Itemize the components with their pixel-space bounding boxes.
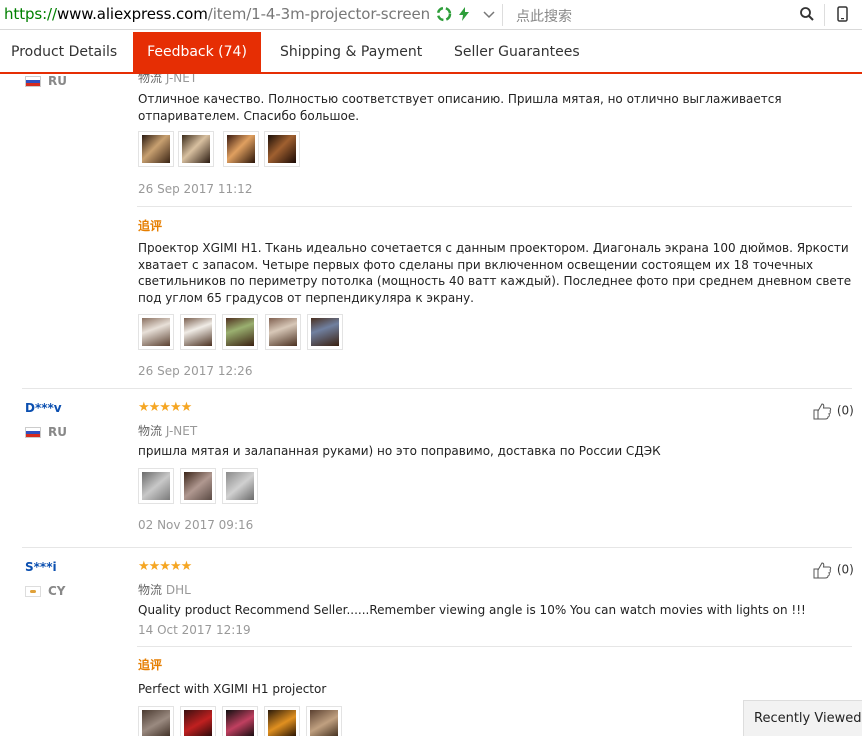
feedback-list: RU 物流 J-NET Отличное качество. Полностью… xyxy=(0,74,862,736)
review-photo[interactable] xyxy=(178,131,214,167)
followup-label: 追评 xyxy=(138,219,163,233)
review-text: Отличное качество. Полностью соответству… xyxy=(138,92,782,123)
followup-text: Проектор XGIMI H1. Ткань идеально сочета… xyxy=(138,241,852,305)
url-host: www.aliexpress.com xyxy=(56,5,208,23)
tab-seller-guarantees[interactable]: Seller Guarantees xyxy=(454,32,580,72)
search-icon[interactable] xyxy=(799,6,815,22)
star-rating: ★★★★★ xyxy=(138,400,192,415)
lightning-icon[interactable] xyxy=(456,6,472,22)
logistics-value: J-NET xyxy=(165,424,198,438)
reviewer-name[interactable]: S***i xyxy=(25,560,57,574)
star-rating: ★★★★★ xyxy=(138,559,192,574)
flag-icon xyxy=(25,586,41,597)
divider xyxy=(22,388,852,389)
divider xyxy=(824,4,825,26)
review-text: пришла мятая и залапанная руками) но это… xyxy=(138,444,661,458)
helpful-count: (0) xyxy=(836,403,854,418)
url-scheme: https:// xyxy=(4,5,57,23)
divider xyxy=(22,547,852,548)
review-photo[interactable] xyxy=(138,314,174,350)
divider xyxy=(137,206,852,207)
review-photo[interactable] xyxy=(138,131,174,167)
review-photo[interactable] xyxy=(264,706,300,736)
logistics-label: 物流 xyxy=(138,424,163,438)
review-date: 14 Oct 2017 12:19 xyxy=(138,623,251,637)
address-bar[interactable]: https://www.aliexpress.com/item/1-4-3m-p… xyxy=(0,0,862,30)
followup-label: 追评 xyxy=(138,658,163,672)
country-code: RU xyxy=(48,425,67,439)
country-code: CY xyxy=(48,584,66,598)
review-text: Quality product Recommend Seller......Re… xyxy=(138,603,806,617)
chevron-down-icon[interactable] xyxy=(481,6,497,22)
logistics: 物流 DHL xyxy=(138,581,191,598)
review-photo[interactable] xyxy=(180,314,216,350)
review-photo[interactable] xyxy=(222,706,258,736)
logistics-label: 物流 xyxy=(138,74,163,85)
review-photo[interactable] xyxy=(265,314,301,350)
followup-date: 26 Sep 2017 12:26 xyxy=(138,364,253,378)
url-text[interactable]: https://www.aliexpress.com/item/1-4-3m-p… xyxy=(4,5,430,23)
url-path: /item/1-4-3m-projector-screen xyxy=(207,5,431,23)
review-photo[interactable] xyxy=(306,706,342,736)
thumbs-up-icon xyxy=(813,403,832,420)
review-photo[interactable] xyxy=(223,131,259,167)
review-date: 02 Nov 2017 09:16 xyxy=(138,518,254,532)
review-photo[interactable] xyxy=(307,314,343,350)
recently-viewed-button[interactable]: Recently Viewed xyxy=(743,700,862,736)
flag-icon xyxy=(25,427,41,438)
logistics: 物流 J-NET xyxy=(138,74,197,86)
review-photo[interactable] xyxy=(180,706,216,736)
tab-shipping-payment[interactable]: Shipping & Payment xyxy=(280,32,422,72)
logistics-value: DHL xyxy=(165,583,191,597)
review-photo[interactable] xyxy=(138,468,174,504)
recycle-icon[interactable] xyxy=(436,6,452,22)
reviewer-name[interactable]: D***v xyxy=(25,401,62,415)
tab-feedback[interactable]: Feedback (74) xyxy=(133,32,261,73)
tab-product-details[interactable]: Product Details xyxy=(11,32,117,72)
mobile-icon[interactable] xyxy=(834,6,850,22)
country-code: RU xyxy=(48,74,67,88)
helpful-button[interactable]: (0) xyxy=(813,402,854,420)
divider xyxy=(137,646,852,647)
helpful-count: (0) xyxy=(836,562,854,577)
logistics-value: J-NET xyxy=(165,74,198,85)
logistics-label: 物流 xyxy=(138,583,163,597)
divider xyxy=(502,4,503,26)
followup-text: Perfect with XGIMI H1 projector xyxy=(138,682,327,696)
flag-icon xyxy=(25,76,41,87)
logistics: 物流 J-NET xyxy=(138,422,197,439)
thumbs-up-icon xyxy=(813,562,832,579)
helpful-button[interactable]: (0) xyxy=(813,561,854,579)
search-input[interactable]: 点此搜索 xyxy=(516,6,572,26)
review-photo[interactable] xyxy=(222,314,258,350)
product-tabs: Product Details Feedback (74) Shipping &… xyxy=(0,32,862,74)
review-photo[interactable] xyxy=(138,706,174,736)
review-photo[interactable] xyxy=(222,468,258,504)
review-photo[interactable] xyxy=(264,131,300,167)
review-photo[interactable] xyxy=(180,468,216,504)
review-date: 26 Sep 2017 11:12 xyxy=(138,182,253,196)
